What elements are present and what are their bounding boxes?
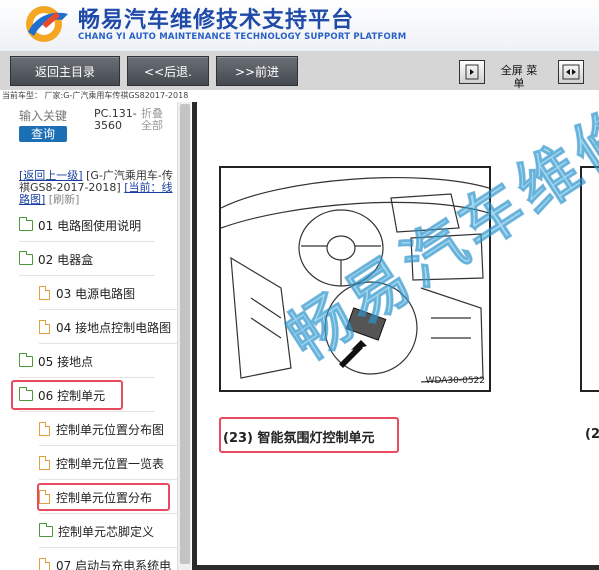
tree-item-01[interactable]: 01 电路图使用说明 xyxy=(19,209,155,242)
brand-title: 畅易汽车维修技术支持平台 xyxy=(78,8,355,33)
toolbar: 返回主目录 <<后退. >>前进 全屏 菜单 xyxy=(0,52,599,90)
figure-code: WDA30-0522 xyxy=(425,376,485,386)
tree-item-06-1[interactable]: 控制单元位置分布图 xyxy=(39,413,179,446)
highlight-box xyxy=(11,380,123,410)
toggle-sidebar-button[interactable] xyxy=(459,60,485,84)
tree-item-label: 控制单元位置一览表 xyxy=(56,456,165,471)
refresh-link[interactable]: [刷新] xyxy=(49,193,80,206)
pc-code: PC.131-3560 xyxy=(94,107,137,132)
tree-item-07[interactable]: 07 启动与充电系统电 xyxy=(39,549,179,570)
folder-icon xyxy=(39,522,53,537)
document-icon xyxy=(39,286,50,300)
brand-logo-icon xyxy=(26,6,68,42)
home-button[interactable]: 返回主目录 xyxy=(10,56,120,86)
figure-caption: (23) 智能氛围灯控制单元 xyxy=(223,431,375,446)
collapse-arrow-icon xyxy=(465,64,479,80)
forward-button[interactable]: >>前进 xyxy=(216,56,298,86)
folder-icon xyxy=(19,216,33,231)
folder-icon xyxy=(19,352,33,367)
highlight-box xyxy=(37,483,170,511)
query-button[interactable]: 查询 xyxy=(19,126,67,142)
fullscreen-menu-label[interactable]: 全屏 菜单 xyxy=(498,64,540,90)
current-car-model: 当前车型： 厂家:G-广汽乘用车传祺GS82017-2018 xyxy=(2,91,189,100)
document-icon xyxy=(39,422,50,436)
brand-subtitle: CHANG YI AUTO MAINTENANCE TECHNOLOGY SUP… xyxy=(78,32,407,42)
document-icon xyxy=(39,558,50,570)
scrollbar-thumb[interactable] xyxy=(180,104,190,564)
header-banner: 畅易汽车维修技术支持平台 CHANG YI AUTO MAINTENANCE T… xyxy=(0,0,599,52)
next-figure-caption: (2 xyxy=(585,427,599,442)
tree-item-label: 03 电源电路图 xyxy=(56,286,136,301)
document-icon xyxy=(39,320,50,334)
tree-item-04[interactable]: 04 接地点控制电路图 xyxy=(39,311,179,344)
breadcrumb: [返回上一级] [G-广汽乘用车-传祺GS8-2017-2018] [当前：线路… xyxy=(19,170,179,206)
tree-item-02[interactable]: 02 电器盒 xyxy=(19,243,155,276)
content-pane: WDA30-0522 (23) 智能氛围灯控制单元 (2 畅易汽车维修 xyxy=(197,91,599,570)
tree-item-label: 07 启动与充电系统电 xyxy=(56,558,172,570)
tree-item-label: 02 电器盒 xyxy=(38,252,94,267)
tree-item-label: 01 电路图使用说明 xyxy=(38,218,142,233)
tree-item-label: 05 接地点 xyxy=(38,354,94,369)
tree-item-label: 04 接地点控制电路图 xyxy=(56,320,172,335)
document-icon xyxy=(39,456,50,470)
collapse-all-link[interactable]: 折叠全部 xyxy=(141,108,171,132)
sidebar-scrollbar[interactable] xyxy=(177,102,191,570)
folder-icon xyxy=(19,250,33,265)
tree-item-label: 控制单元芯脚定义 xyxy=(58,524,155,539)
tree-item-05[interactable]: 05 接地点 xyxy=(19,345,155,378)
expand-arrows-icon xyxy=(562,64,580,80)
tree-item-06-2[interactable]: 控制单元位置一览表 xyxy=(39,447,179,480)
bottom-bar xyxy=(197,565,599,570)
sidebar: 查询 PC.131-3560 折叠全部 [返回上一级] [G-广汽乘用车-传祺G… xyxy=(0,102,192,570)
fullscreen-button[interactable] xyxy=(558,60,584,84)
back-button[interactable]: <<后退. xyxy=(127,56,209,86)
tree-item-06-4[interactable]: 控制单元芯脚定义 xyxy=(39,515,179,548)
tree-item-label: 控制单元位置分布图 xyxy=(56,422,165,437)
tree-item-03[interactable]: 03 电源电路图 xyxy=(39,277,179,310)
search-input[interactable] xyxy=(19,108,75,124)
